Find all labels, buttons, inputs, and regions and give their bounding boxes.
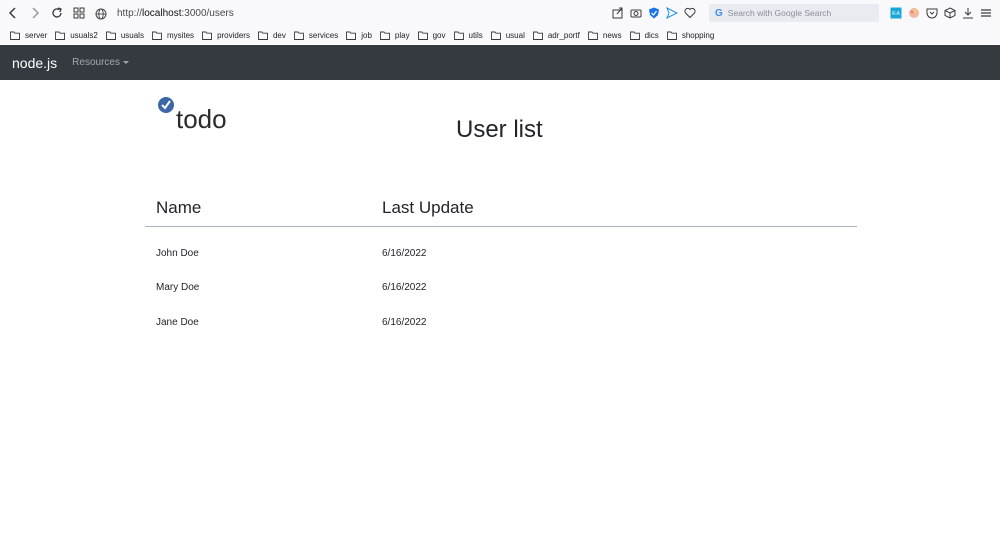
user-table: Name Last Update John Doe 6/16/2022 Mary D… <box>145 190 857 340</box>
cell-name: John Doe <box>156 247 199 259</box>
bookmark-folder[interactable]: gov <box>417 31 446 40</box>
resources-dropdown[interactable]: Resources <box>72 57 129 68</box>
bookmark-folder[interactable]: usual <box>490 31 525 40</box>
folder-icon <box>532 31 543 40</box>
folder-icon <box>666 31 677 40</box>
bookmark-folder[interactable]: news <box>587 31 622 40</box>
folder-icon <box>258 31 268 40</box>
extension-button[interactable]: K-A <box>888 5 904 21</box>
send-button[interactable] <box>664 5 680 21</box>
folder-icon <box>490 31 501 40</box>
folder-icon <box>346 31 357 40</box>
container-button[interactable] <box>942 5 958 21</box>
folder-icon <box>417 31 428 40</box>
folder-icon <box>105 31 116 40</box>
folder-icon <box>202 31 213 40</box>
chevron-left-icon <box>8 7 16 19</box>
folder-icon <box>629 31 640 40</box>
cell-name: Jane Doe <box>156 316 199 328</box>
folder-icon <box>379 31 390 40</box>
caret-down-icon <box>122 61 129 64</box>
shield-icon <box>649 7 659 19</box>
bookmark-folder[interactable]: utils <box>453 31 483 40</box>
navbar-brand[interactable]: node.js <box>12 55 57 71</box>
back-button[interactable] <box>3 3 23 23</box>
bookmark-folder[interactable]: play <box>379 31 410 40</box>
url-text: http://localhost:3000/users <box>117 8 234 19</box>
reload-button[interactable] <box>47 3 67 23</box>
palette-icon <box>909 8 919 18</box>
folder-icon <box>453 31 464 40</box>
cell-name: Mary Doe <box>156 282 200 294</box>
menu-button[interactable] <box>978 5 994 21</box>
shield-extension-button[interactable] <box>646 5 662 21</box>
bookmark-folder[interactable]: usuals2 <box>55 31 98 40</box>
bookmark-folder[interactable]: usuals <box>105 31 144 40</box>
address-bar[interactable]: http://localhost:3000/users <box>95 4 234 23</box>
folder-icon <box>293 31 304 40</box>
send-icon <box>666 7 678 19</box>
cube-icon <box>944 7 956 19</box>
bookmark-folder[interactable]: services <box>293 31 338 40</box>
screenshot-button[interactable] <box>628 5 644 21</box>
browser-toolbar: http://localhost:3000/users G Search wit… <box>0 0 1000 26</box>
table-header: Name Last Update <box>145 190 857 227</box>
header-name: Name <box>156 198 202 217</box>
app-navbar: node.js Resources <box>0 45 1000 80</box>
bookmark-folder[interactable]: dev <box>258 31 286 40</box>
cell-last-update: 6/16/2022 <box>382 282 427 294</box>
forward-button[interactable] <box>25 3 45 23</box>
table-row: John Doe 6/16/2022 <box>145 236 857 271</box>
cell-last-update: 6/16/2022 <box>382 316 427 328</box>
reload-icon <box>52 7 62 18</box>
folder-icon <box>151 31 162 40</box>
extensions-grid-button[interactable] <box>69 3 89 23</box>
bookmark-folder[interactable]: job <box>346 31 372 40</box>
todo-logo: todo <box>158 97 227 132</box>
globe-icon <box>95 8 107 19</box>
bookmark-folder[interactable]: providers <box>202 31 250 40</box>
bookmark-folder[interactable]: dics <box>629 31 659 40</box>
pocket-icon <box>926 8 938 19</box>
folder-icon <box>10 31 20 40</box>
bookmark-folder[interactable]: mysites <box>151 31 194 40</box>
pocket-button[interactable] <box>924 5 940 21</box>
bookmark-folder[interactable]: adr_portf <box>532 31 580 40</box>
svg-text:K-A: K-A <box>892 11 900 17</box>
table-row: Mary Doe 6/16/2022 <box>145 271 857 306</box>
bookmark-folder[interactable]: server <box>10 31 47 40</box>
logo-text: todo <box>176 104 227 132</box>
share-button[interactable] <box>610 5 626 21</box>
grid-icon <box>73 7 85 19</box>
google-icon: G <box>715 7 723 19</box>
cell-last-update: 6/16/2022 <box>382 247 427 259</box>
chevron-right-icon <box>32 7 40 19</box>
table-row: Jane Doe 6/16/2022 <box>145 305 857 340</box>
downloads-button[interactable] <box>960 5 976 21</box>
share-icon <box>612 7 623 19</box>
bookmark-folder[interactable]: shopping <box>666 31 714 40</box>
camera-icon <box>630 9 642 18</box>
color-extension-button[interactable] <box>906 5 922 21</box>
folder-icon <box>55 31 66 40</box>
favorite-button[interactable] <box>682 5 698 21</box>
bookmarks-bar: server usuals2 usuals mysites providers dev se… <box>0 26 1000 44</box>
header-last-update: Last Update <box>382 198 474 217</box>
page-title: User list <box>456 116 543 143</box>
hamburger-icon <box>981 9 991 17</box>
heart-icon <box>684 7 696 19</box>
folder-icon <box>587 31 598 40</box>
extension-icon: K-A <box>890 7 902 19</box>
download-icon <box>963 8 973 19</box>
web-search-input[interactable]: G Search with Google Search <box>709 4 879 22</box>
